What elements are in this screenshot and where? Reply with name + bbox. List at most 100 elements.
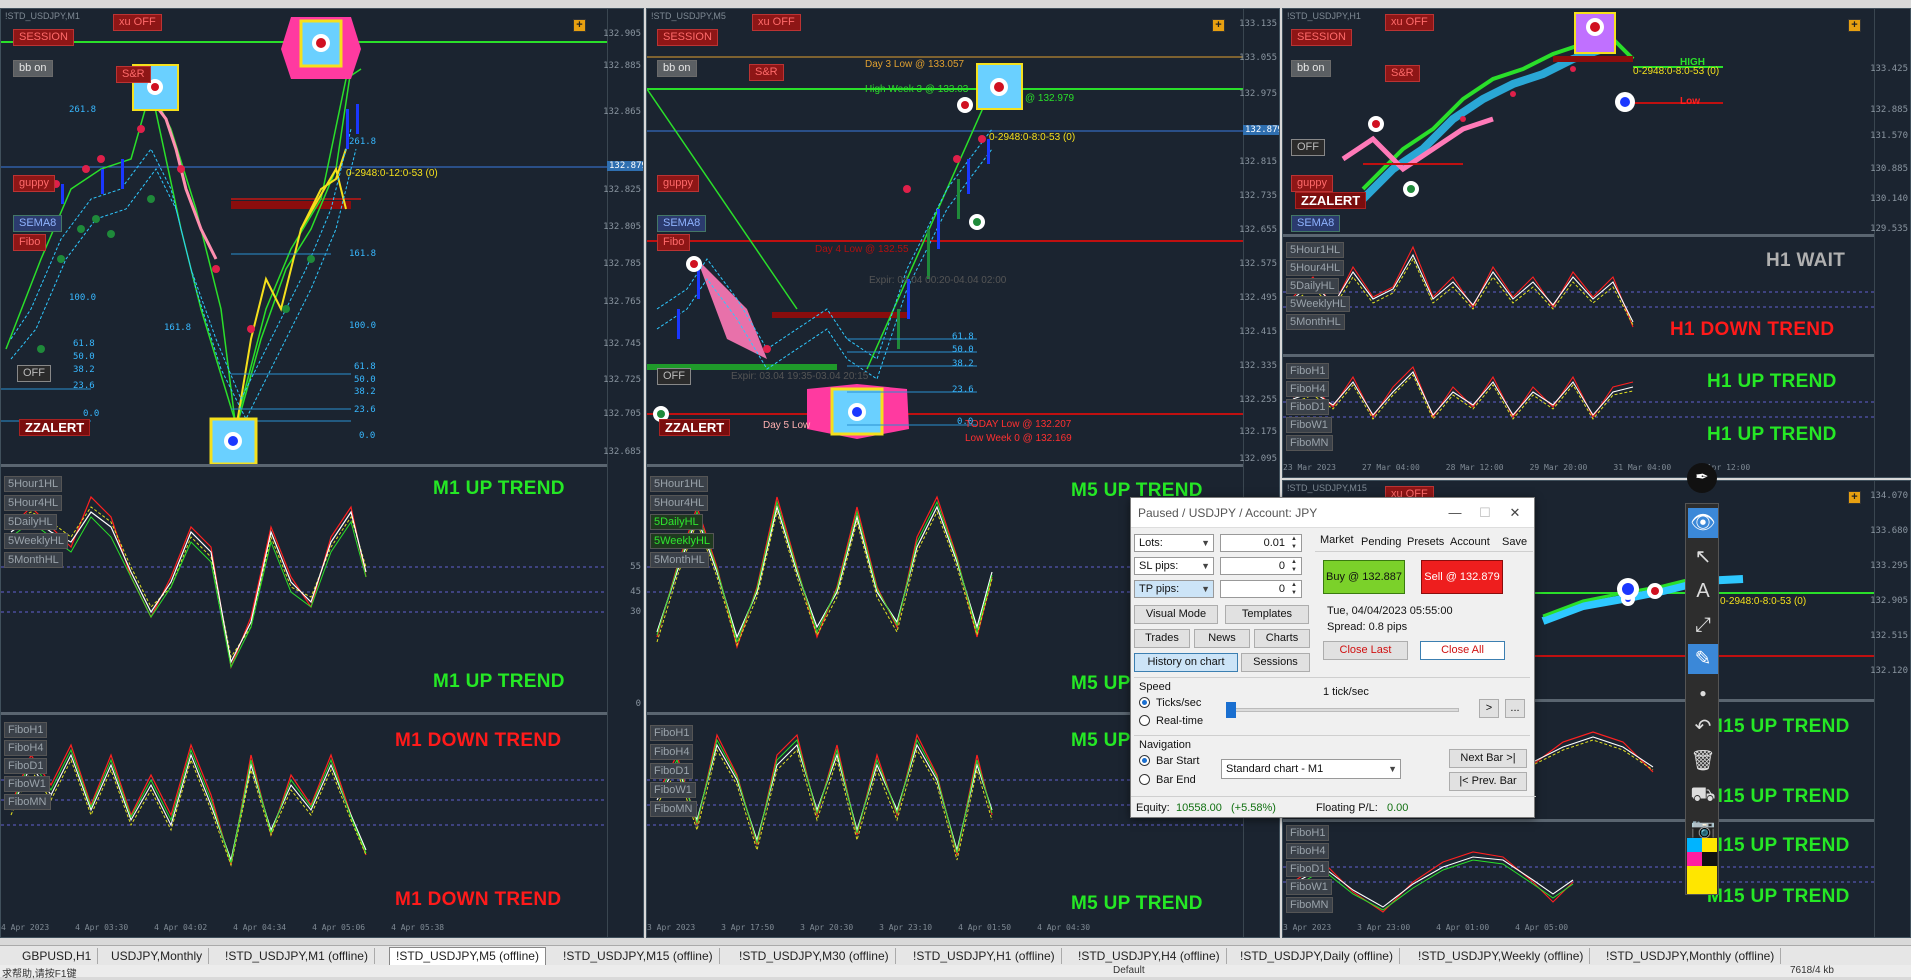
zzalert-button[interactable]: ZZALERT bbox=[659, 419, 731, 436]
tab-usdjpy-monthly[interactable]: USDJPY,Monthly bbox=[105, 948, 210, 964]
speed-slider-thumb[interactable] bbox=[1226, 702, 1236, 718]
off-toggle[interactable]: OFF bbox=[657, 368, 691, 385]
close-last-button[interactable]: Close Last bbox=[1323, 641, 1408, 660]
trendline-icon[interactable]: ⤢ bbox=[1688, 610, 1718, 640]
fibo-list-item[interactable]: FiboMN bbox=[1286, 435, 1333, 451]
tab-std-weekly[interactable]: !STD_USDJPY,Weekly (offline) bbox=[1412, 948, 1591, 964]
off-toggle[interactable]: OFF bbox=[17, 365, 51, 382]
buy-button[interactable]: Buy @ 132.887 bbox=[1323, 560, 1405, 594]
fibo-list-item[interactable]: FiboH1 bbox=[650, 725, 694, 741]
cursor-icon[interactable]: ↖ bbox=[1688, 542, 1718, 572]
templates-button[interactable]: Templates bbox=[1225, 605, 1309, 624]
tab-account[interactable]: Account bbox=[1450, 536, 1490, 548]
bb-toggle[interactable]: bb on bbox=[1291, 60, 1331, 77]
hl-list-item[interactable]: 5DailyHL bbox=[4, 514, 57, 530]
close-icon[interactable]: ✕ bbox=[1500, 498, 1530, 528]
eraser-icon[interactable]: ✎ bbox=[1688, 644, 1718, 674]
fibo-list-item[interactable]: FiboW1 bbox=[1286, 879, 1332, 895]
off-toggle[interactable]: OFF bbox=[1291, 139, 1325, 156]
play-button[interactable]: > bbox=[1479, 699, 1499, 718]
hl-list-item[interactable]: 5WeeklyHL bbox=[650, 533, 715, 549]
price-axis[interactable]: 134.070 133.680 133.295 132.905 132.515 … bbox=[1870, 481, 1910, 937]
fibo-list-item[interactable]: FiboD1 bbox=[1286, 399, 1330, 415]
tab-std-monthly[interactable]: !STD_USDJPY,Monthly (offline) bbox=[1600, 948, 1782, 964]
price-axis[interactable]: 133.425 132.885 131.570 130.885 130.140 … bbox=[1870, 9, 1910, 477]
fibo-toggle[interactable]: Fibo bbox=[13, 234, 47, 251]
bar-end-radio[interactable]: Bar End bbox=[1139, 774, 1196, 786]
tab-pending[interactable]: Pending bbox=[1361, 536, 1401, 548]
fibo-list-item[interactable]: FiboW1 bbox=[650, 782, 696, 798]
fibo-list-item[interactable]: FiboH4 bbox=[650, 744, 694, 760]
news-button[interactable]: News bbox=[1194, 629, 1250, 648]
zzalert-button[interactable]: ZZALERT bbox=[1295, 192, 1367, 209]
tp-select[interactable]: TP pips: ▼ bbox=[1134, 580, 1214, 598]
bb-toggle[interactable]: bb on bbox=[13, 60, 53, 77]
tab-std-m15[interactable]: !STD_USDJPY,M15 (offline) bbox=[557, 948, 720, 964]
ticks-radio[interactable]: Ticks/sec bbox=[1139, 697, 1201, 709]
xu-toggle[interactable]: xu OFF bbox=[1385, 14, 1434, 31]
realtime-radio[interactable]: Real-time bbox=[1139, 715, 1203, 727]
pen-icon[interactable]: ✒ bbox=[1687, 463, 1717, 493]
price-axis[interactable]: 132.905 132.885 132.865 132.879 132.825 … bbox=[603, 9, 643, 937]
expand-icon[interactable]: + bbox=[1848, 19, 1861, 32]
hl-list-item[interactable]: 5Hour4HL bbox=[4, 495, 63, 511]
more-button[interactable]: ... bbox=[1505, 699, 1525, 718]
session-toggle[interactable]: SESSION bbox=[1291, 29, 1352, 46]
expand-icon[interactable]: + bbox=[573, 19, 586, 32]
tab-std-h4[interactable]: !STD_USDJPY,H4 (offline) bbox=[1072, 948, 1227, 964]
sema-toggle[interactable]: SEMA8 bbox=[657, 215, 707, 232]
guppy-toggle[interactable]: guppy bbox=[657, 175, 699, 192]
charts-button[interactable]: Charts bbox=[1254, 629, 1310, 648]
sessions-button[interactable]: Sessions bbox=[1241, 653, 1310, 672]
next-bar-button[interactable]: Next Bar >| bbox=[1449, 749, 1527, 768]
dialog-titlebar[interactable]: Paused / USDJPY / Account: JPY — ☐ ✕ bbox=[1131, 498, 1534, 528]
hl-list-item[interactable]: 5Hour4HL bbox=[650, 495, 709, 511]
prev-bar-button[interactable]: |< Prev. Bar bbox=[1449, 772, 1527, 791]
fibo-list-item[interactable]: FiboH1 bbox=[1286, 825, 1330, 841]
tab-std-m30[interactable]: !STD_USDJPY,M30 (offline) bbox=[733, 948, 896, 964]
chart-h1[interactable]: !STD_USDJPY,H1 xu OFF SESSION bb on S&R … bbox=[1282, 8, 1911, 478]
sr-toggle[interactable]: S&R bbox=[749, 64, 784, 81]
session-toggle[interactable]: SESSION bbox=[13, 29, 74, 46]
fibo-list-item[interactable]: FiboH4 bbox=[4, 740, 48, 756]
minimize-icon[interactable]: — bbox=[1440, 498, 1470, 528]
hl-list-item[interactable]: 5MonthHL bbox=[650, 552, 709, 568]
eye-icon[interactable]: 👁 bbox=[1688, 508, 1718, 538]
color-palette[interactable] bbox=[1687, 838, 1717, 894]
visual-mode-button[interactable]: Visual Mode bbox=[1134, 605, 1218, 624]
expand-icon[interactable]: + bbox=[1212, 19, 1225, 32]
speed-slider[interactable] bbox=[1226, 702, 1459, 718]
trash-icon[interactable]: 🗑 bbox=[1688, 746, 1718, 776]
hl-list-item[interactable]: 5Hour1HL bbox=[4, 476, 63, 492]
fibo-toggle[interactable]: Fibo bbox=[657, 234, 691, 251]
maximize-icon[interactable]: ☐ bbox=[1470, 498, 1500, 528]
lots-select[interactable]: Lots: ▼ bbox=[1134, 534, 1214, 552]
sell-button[interactable]: Sell @ 132.879 bbox=[1421, 560, 1503, 594]
tab-gbpusd-h1[interactable]: GBPUSD,H1 bbox=[16, 948, 99, 964]
fibo-list-item[interactable]: FiboH1 bbox=[1286, 363, 1330, 379]
sema-toggle[interactable]: SEMA8 bbox=[13, 215, 63, 232]
history-on-chart-button[interactable]: History on chart bbox=[1134, 653, 1238, 672]
fibo-list-item[interactable]: FiboW1 bbox=[1286, 417, 1332, 433]
undo-icon[interactable]: ↶ bbox=[1688, 712, 1718, 742]
fibo-list-item[interactable]: FiboW1 bbox=[4, 776, 50, 792]
sema-toggle[interactable]: SEMA8 bbox=[1291, 215, 1341, 232]
tab-std-m1[interactable]: !STD_USDJPY,M1 (offline) bbox=[219, 948, 375, 964]
bar-start-radio[interactable]: Bar Start bbox=[1139, 755, 1199, 767]
hl-list-item[interactable]: 5WeeklyHL bbox=[1286, 296, 1351, 312]
close-all-button[interactable]: Close All bbox=[1420, 641, 1505, 660]
chart-m1[interactable]: !STD_USDJPY,M1 xu OFF SESSION bb on S&R … bbox=[0, 8, 644, 938]
hl-list-item[interactable]: 5Hour1HL bbox=[1286, 242, 1345, 258]
chart-select[interactable]: Standard chart - M1 ▼ bbox=[1221, 759, 1401, 779]
hl-list-item[interactable]: 5Hour4HL bbox=[1286, 260, 1345, 276]
text-icon[interactable]: A bbox=[1688, 576, 1718, 606]
sl-input[interactable]: 0 ▲ ▼ bbox=[1220, 557, 1302, 575]
expand-icon[interactable]: + bbox=[1848, 491, 1861, 504]
xu-toggle[interactable]: xu OFF bbox=[752, 14, 801, 31]
xu-toggle[interactable]: xu OFF bbox=[113, 14, 162, 31]
fibo-list-item[interactable]: FiboMN bbox=[650, 801, 697, 817]
tab-std-m5[interactable]: !STD_USDJPY,M5 (offline) bbox=[389, 947, 546, 965]
hl-list-item[interactable]: 5MonthHL bbox=[4, 552, 63, 568]
sr-toggle[interactable]: S&R bbox=[116, 66, 151, 83]
tab-std-h1[interactable]: !STD_USDJPY,H1 (offline) bbox=[907, 948, 1062, 964]
